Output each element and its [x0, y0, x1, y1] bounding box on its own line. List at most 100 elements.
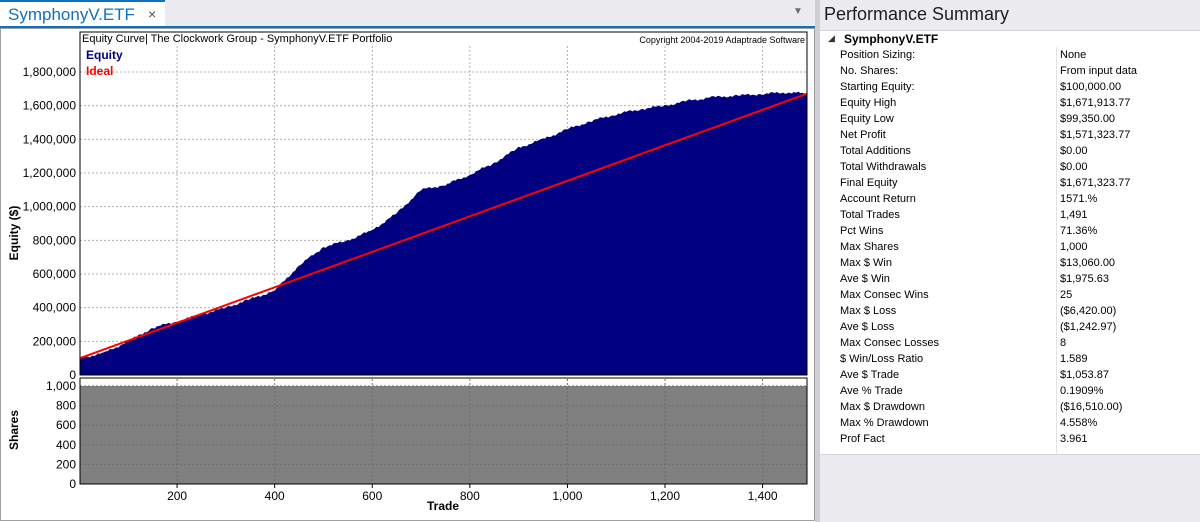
tab-list-dropdown-icon[interactable]: ▼	[793, 6, 803, 17]
performance-summary-title: Performance Summary	[824, 4, 1010, 24]
property-name: $ Win/Loss Ratio	[840, 353, 924, 365]
property-name: Max Consec Losses	[840, 337, 940, 349]
equity-y-tick-label: 600,000	[33, 267, 77, 281]
property-row[interactable]: Position Sizing: None	[820, 47, 1200, 63]
equity-y-tick-label: 400,000	[33, 301, 77, 315]
property-row[interactable]: Max % Drawdown 4.558%	[820, 415, 1200, 431]
close-icon[interactable]: ×	[148, 6, 156, 22]
property-row[interactable]: No. Shares: From input data	[820, 63, 1200, 79]
property-row[interactable]: Equity High $1,671,913.77	[820, 95, 1200, 111]
property-value: $13,060.00	[1060, 257, 1116, 269]
chart-copyright: Copyright 2004-2019 Adaptrade Software	[639, 35, 805, 45]
shares-y-tick-label: 200	[56, 457, 76, 471]
document-tab-symphonyv[interactable]: SymphonyV.ETF ×	[0, 0, 165, 26]
equity-chart-svg: 0 200,000 400,000 600,000 800,000 1,000,000 1,…	[0, 28, 815, 521]
property-row[interactable]: Total Additions $0.00	[820, 143, 1200, 159]
property-row[interactable]: Total Trades 1,491	[820, 207, 1200, 223]
x-tick-label: 200	[167, 489, 187, 503]
equity-y-tick-label: 1,600,000	[23, 99, 77, 113]
shares-y-tick-label: 400	[56, 438, 76, 452]
property-value: ($16,510.00)	[1060, 401, 1123, 413]
equity-y-tick-label: 200,000	[33, 334, 77, 348]
property-value: 1,000	[1060, 241, 1088, 253]
property-row[interactable]: Account Return 1571.%	[820, 191, 1200, 207]
property-name: Max $ Loss	[840, 305, 897, 317]
property-row[interactable]: Ave % Trade 0.1909%	[820, 383, 1200, 399]
property-grid: ◢ SymphonyV.ETF Position Sizing: None No. …	[820, 30, 1200, 455]
shares-marks	[80, 386, 807, 484]
property-value: 71.36%	[1060, 225, 1098, 237]
property-category-row[interactable]: ◢ SymphonyV.ETF	[824, 31, 1194, 47]
property-row[interactable]: Pct Wins 71.36%	[820, 223, 1200, 239]
property-name: Pct Wins	[840, 225, 884, 237]
shares-y-axis-label: Shares	[7, 410, 21, 450]
x-tick-label: 1,000	[552, 489, 582, 503]
property-value: ($6,420.00)	[1060, 305, 1117, 317]
property-name: Equity High	[840, 97, 897, 109]
property-name: No. Shares:	[840, 65, 899, 77]
x-tick-label: 1,200	[650, 489, 680, 503]
property-name: Ave $ Trade	[840, 369, 900, 381]
shares-area	[80, 386, 807, 484]
shares-y-tick-label: 1,000	[46, 379, 76, 393]
shares-y-tick-label: 800	[56, 399, 76, 413]
property-row[interactable]: Max $ Win $13,060.00	[820, 255, 1200, 271]
equity-y-tick-labels: 0200,000400,000600,000800,0001,000,0001,…	[23, 65, 77, 382]
shares-y-tick-label: 600	[56, 418, 76, 432]
property-row[interactable]: Max $ Loss ($6,420.00)	[820, 303, 1200, 319]
equity-y-tick-label: 1,000,000	[23, 200, 77, 214]
property-name: Starting Equity:	[840, 81, 915, 93]
property-row[interactable]: Prof Fact 3.961	[820, 431, 1200, 447]
property-row[interactable]: Final Equity $1,671,323.77	[820, 175, 1200, 191]
property-value: 3.961	[1060, 433, 1088, 445]
property-name: Max $ Drawdown	[840, 401, 925, 413]
property-row[interactable]: Max Consec Losses 8	[820, 335, 1200, 351]
shares-y-tick-label: 0	[69, 477, 76, 491]
equity-y-tick-label: 1,400,000	[23, 132, 77, 146]
property-name: Ave % Trade	[840, 385, 903, 397]
property-name: Total Trades	[840, 209, 900, 221]
property-value: ($1,242.97)	[1060, 321, 1117, 333]
property-value: 1571.%	[1060, 193, 1098, 205]
property-row[interactable]: Ave $ Trade $1,053.87	[820, 367, 1200, 383]
property-value: $0.00	[1060, 145, 1088, 157]
property-row[interactable]: Max Shares 1,000	[820, 239, 1200, 255]
property-value: $1,053.87	[1060, 369, 1109, 381]
property-row[interactable]: Equity Low $99,350.00	[820, 111, 1200, 127]
property-name: Ave $ Win	[840, 273, 890, 285]
property-name: Max Shares	[840, 241, 899, 253]
performance-summary-pane: Performance Summary ◢ SymphonyV.ETF Posi…	[820, 0, 1200, 522]
collapse-triangle-icon[interactable]: ◢	[828, 33, 835, 44]
property-row[interactable]: Max $ Drawdown ($16,510.00)	[820, 399, 1200, 415]
property-row[interactable]: Max Consec Wins 25	[820, 287, 1200, 303]
property-value: From input data	[1060, 65, 1138, 77]
property-name: Total Additions	[840, 145, 911, 157]
property-value: 1,491	[1060, 209, 1088, 221]
equity-y-axis-label: Equity ($)	[7, 206, 21, 261]
property-value: 25	[1060, 289, 1073, 301]
equity-y-tick-label: 800,000	[33, 233, 77, 247]
property-value: $1,671,913.77	[1060, 97, 1131, 109]
property-name: Max % Drawdown	[840, 417, 929, 429]
property-value: 1.589	[1060, 353, 1088, 365]
property-value: None	[1060, 49, 1087, 61]
property-value: $1,671,323.77	[1060, 177, 1131, 189]
property-row[interactable]: Starting Equity: $100,000.00	[820, 79, 1200, 95]
property-name: Total Withdrawals	[840, 161, 927, 173]
property-row[interactable]: $ Win/Loss Ratio 1.589	[820, 351, 1200, 367]
property-value: $99,350.00	[1060, 113, 1116, 125]
property-category-label: SymphonyV.ETF	[844, 32, 939, 46]
property-row[interactable]: Net Profit $1,571,323.77	[820, 127, 1200, 143]
property-value: $1,975.63	[1060, 273, 1109, 285]
property-row[interactable]: Ave $ Win $1,975.63	[820, 271, 1200, 287]
property-row[interactable]: Total Withdrawals $0.00	[820, 159, 1200, 175]
property-row[interactable]: Ave $ Loss ($1,242.97)	[820, 319, 1200, 335]
property-name: Net Profit	[840, 129, 886, 141]
shares-y-tick-labels: 0 200 400 600 800 1,000	[46, 379, 76, 491]
legend-equity: Equity	[86, 48, 123, 62]
property-name: Ave $ Loss	[840, 321, 895, 333]
x-tick-label: 800	[460, 489, 480, 503]
property-value: 8	[1060, 337, 1067, 349]
property-value: $100,000.00	[1060, 81, 1122, 93]
document-tab-title[interactable]: SymphonyV.ETF	[8, 5, 135, 25]
